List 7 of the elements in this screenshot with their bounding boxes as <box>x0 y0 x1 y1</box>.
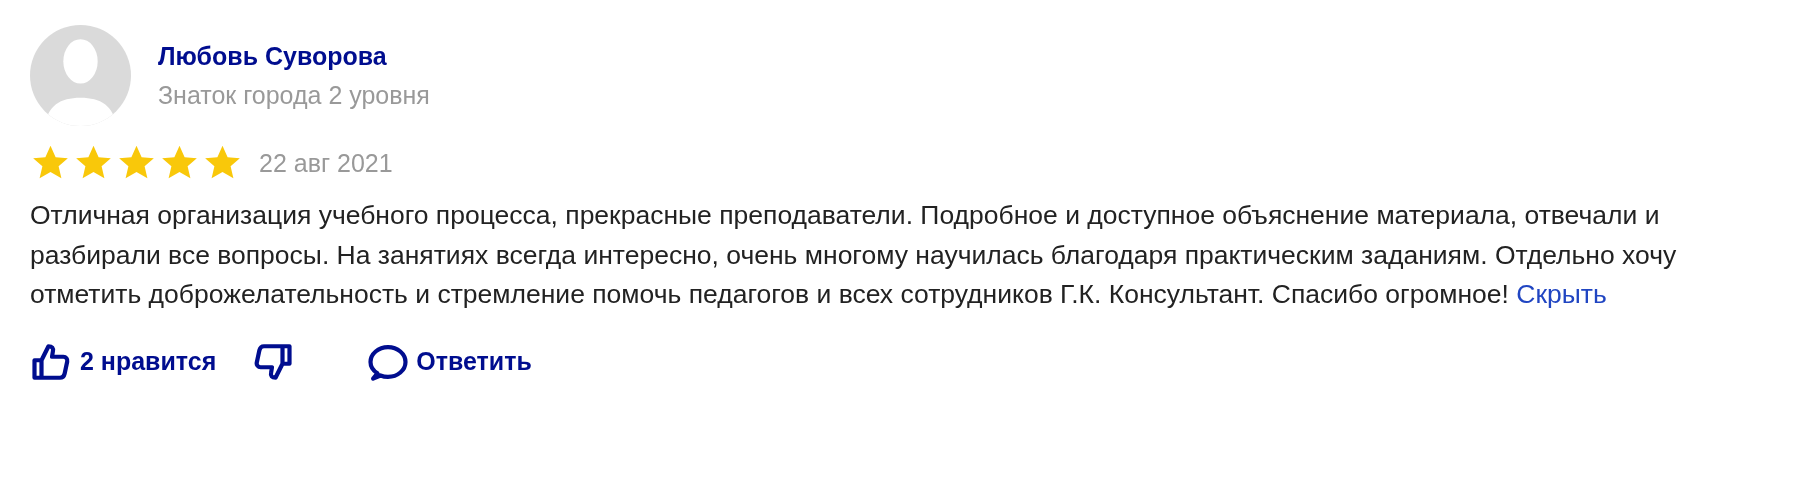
like-button[interactable]: 2 нравится <box>30 340 217 383</box>
review-text: Отличная организация учебного процесса, прекрасные преподаватели. Подробное и доступное объяснение материала, отвечали и разбирали все вопросы. На занятиях всегда интересно, очень многому научилась благодаря практическим заданиям. Отдельно хочу отметить доброжелательность и стремление помочь педагогов и всех сотрудников Г.К. Консультант. Спасибо огромное! Скрыть <box>30 199 1678 311</box>
review-date: 22 авг 2021 <box>259 148 393 178</box>
reply-button[interactable]: Ответить <box>366 340 532 383</box>
author-name[interactable]: Любовь Суворова <box>158 41 430 71</box>
author-level: Знаток города 2 уровня <box>158 80 430 110</box>
collapse-link[interactable]: Скрыть <box>1516 279 1607 309</box>
